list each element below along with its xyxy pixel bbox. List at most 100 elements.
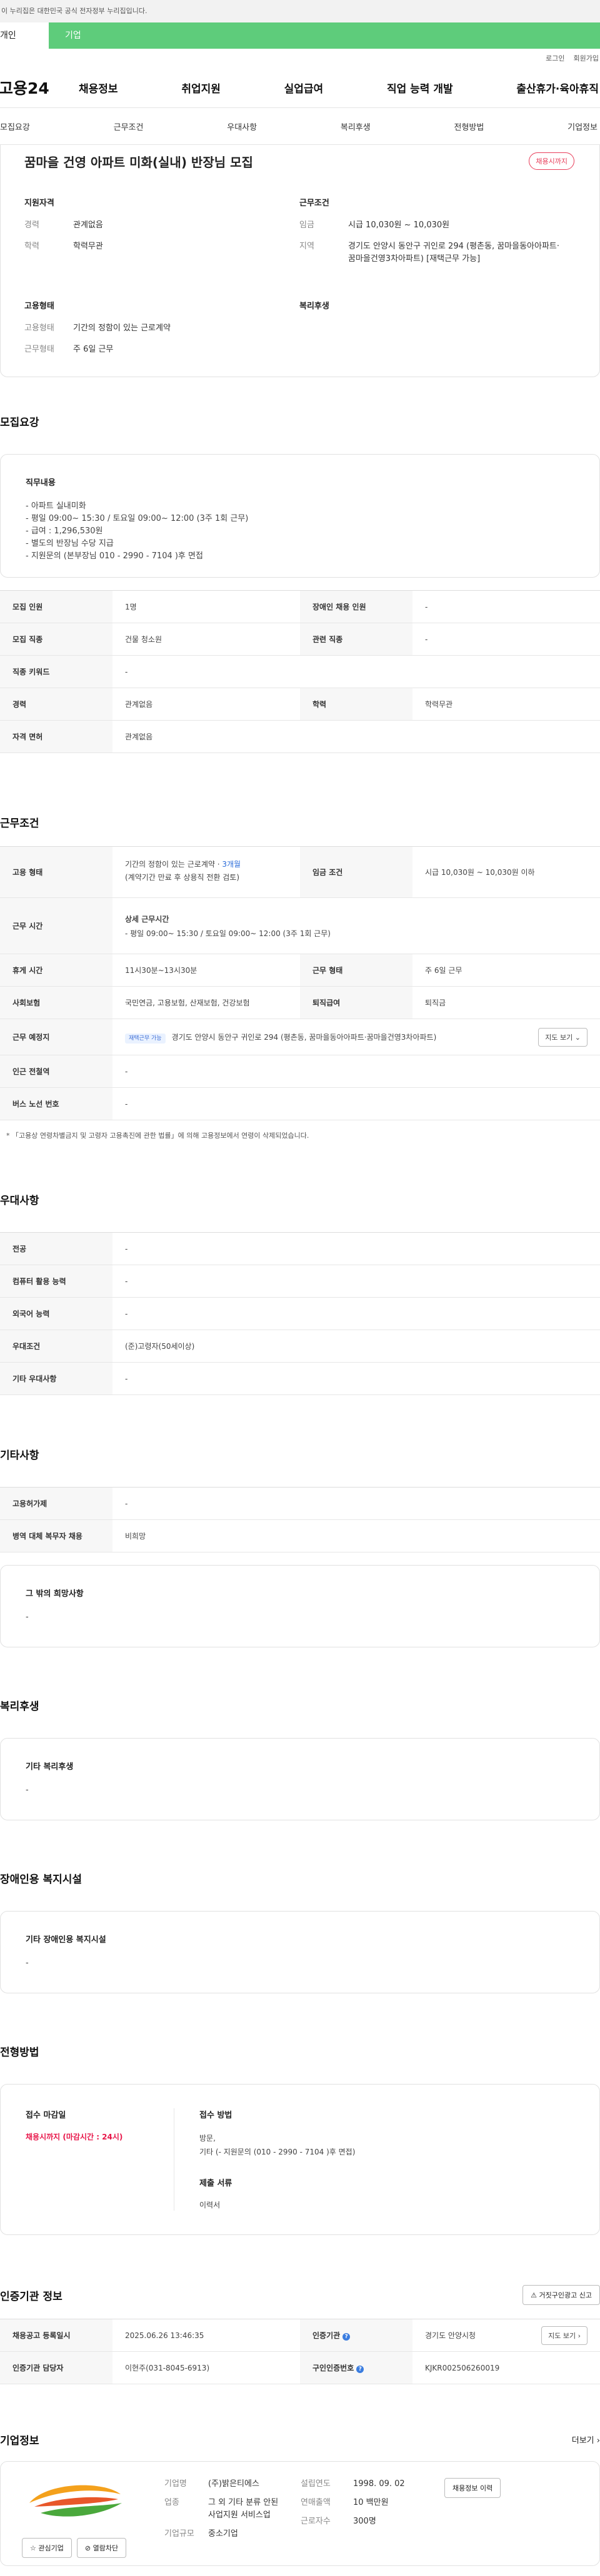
alert-icon: ⚠ — [531, 2291, 538, 2299]
work-form-value: 주 6일 근무 — [73, 345, 114, 354]
gnb-item[interactable]: 채용정보 — [79, 80, 118, 96]
time-td: 상세 근무시간 - 평일 09:00~ 15:30 / 토요일 09:00~ 12… — [112, 897, 600, 954]
anchor-nav-item[interactable]: 전형방법 — [454, 121, 484, 132]
table-row: 기타 우대사항 - — [0, 1362, 600, 1395]
place-td: 재택근무 가능 경기도 안양시 동안구 귀인로 294 (평촌동, 꿈마을동아아파… — [112, 1019, 600, 1055]
table-header-cell: 모집 인원 — [0, 590, 112, 623]
anchor-nav-item[interactable]: 근무조건 — [114, 121, 144, 132]
table-row: 직종 키워드 - — [0, 655, 600, 688]
table-header-cell: 관련 직종 — [300, 623, 412, 656]
table-header-cell: 우대조건 — [0, 1330, 112, 1363]
table-row: 자격 면허 관계없음 — [0, 720, 600, 753]
table-cell: - — [112, 1232, 600, 1265]
report-button[interactable]: ⚠ 거짓구인광고 신고 — [522, 2285, 600, 2305]
wage-value: 시급 10,030원 ~ 10,030원 — [348, 220, 450, 230]
time-detail: - 평일 09:00~ 15:30 / 토요일 09:00~ 12:00 (3주… — [125, 929, 331, 938]
docs-value: 이력서 — [199, 2201, 221, 2209]
employees-value: 300명 — [353, 2517, 376, 2526]
time-detail-heading: 상세 근무시간 — [125, 914, 169, 924]
fav-company-button[interactable]: ☆ 관심기업 — [22, 2538, 72, 2558]
rest-th: 휴게 시간 — [0, 954, 112, 987]
founded-label: 설립연도 — [301, 2479, 331, 2489]
founded-value: 1998. 09. 02 — [353, 2479, 405, 2489]
cert-header: 인증기관 정보 ⚠ 거짓구인광고 신고 — [0, 2285, 600, 2305]
method-col: 접수 방법 방문, 기타 (- 지원문의 (010 - 2990 - 7104 … — [174, 2108, 355, 2234]
disabled-box-value: - — [26, 1958, 29, 1968]
table-cell: 비희망 — [112, 1519, 600, 1552]
location-value: 경기도 안양시 동안구 귀인로 294 (평촌동, 꿈마을동아아파트·꿈마을건영… — [348, 242, 560, 264]
reg-date-th: 채용공고 등록일시 — [0, 2319, 112, 2352]
gnb-item[interactable]: 취업지원 — [181, 80, 221, 96]
etc-section-title: 기타사항 — [0, 1449, 39, 1462]
more-link[interactable]: 더보기 › — [572, 2434, 600, 2445]
history-button[interactable]: 채용정보 이력 — [444, 2478, 501, 2498]
place-address: 경기도 안양시 동안구 귀인로 294 (평촌동, 꿈마을동아아파트·꿈마을건영… — [171, 1033, 437, 1042]
table-cell: - — [112, 1362, 600, 1395]
top-tabs: 개인 기업 — [0, 22, 600, 49]
welfare-box-heading: 기타 복리후생 — [26, 1762, 74, 1772]
etc-box-value: - — [26, 1612, 29, 1622]
info-icon[interactable]: ? — [342, 2333, 351, 2341]
conditions-heading: 근무조건 — [299, 199, 329, 208]
cert-num-th: 구인인증번호? — [300, 2351, 412, 2384]
org-value: 경기도 안양시청 — [425, 2331, 476, 2340]
method-heading: 접수 방법 — [199, 2111, 232, 2120]
table-cell: 학력무관 — [412, 688, 600, 721]
cert-table: 채용공고 등록일시 2025.06.26 13:46:35 인증기관? 경기도 … — [0, 2319, 600, 2384]
join-link[interactable]: 회원가입 — [574, 53, 599, 63]
table-header-cell: 기타 우대사항 — [0, 1362, 112, 1395]
map-button[interactable]: 지도 보기 ⌄ — [538, 1027, 588, 1047]
table-row: 채용공고 등록일시 2025.06.26 13:46:35 인증기관? 경기도 … — [0, 2319, 600, 2352]
login-link[interactable]: 로그인 — [546, 53, 564, 63]
table-header-cell: 직종 키워드 — [0, 655, 112, 688]
table-header-cell: 컴퓨터 활용 능력 — [0, 1265, 112, 1298]
recruit-section-title: 모집요강 — [0, 417, 39, 429]
employees-label: 근로자수 — [301, 2517, 331, 2526]
org-th: 인증기관? — [300, 2319, 412, 2352]
block-company-button[interactable]: ⊘ 열람차단 — [76, 2538, 127, 2558]
anchor-nav-item[interactable]: 모집요강 — [0, 121, 30, 132]
industry-value: 그 외 기타 분류 안된 사업지원 서비스업 — [208, 2498, 279, 2520]
table-row: 컴퓨터 활용 능력 - — [0, 1265, 600, 1298]
org-label: 인증기관 — [312, 2331, 341, 2340]
anchor-nav-item[interactable]: 우대사항 — [227, 121, 257, 132]
tab-company[interactable]: 기업 — [49, 22, 600, 49]
cert-section-title: 인증기관 정보 — [0, 2290, 62, 2303]
utility-links: 로그인 회원가입 — [0, 49, 600, 67]
gnb-item[interactable]: 직업 능력 개발 — [387, 80, 453, 96]
etc-table: 고용허가제 - 병역 대체 복무자 채용 비희망 — [0, 1487, 600, 1552]
disabled-section-title: 장애인용 복지시설 — [0, 1873, 82, 1886]
chevron-right-icon: › — [596, 2436, 600, 2445]
anchor-nav-item[interactable]: 복리후생 — [341, 121, 371, 132]
table-header-cell: 외국어 능력 — [0, 1297, 112, 1330]
chevron-right-icon: › — [578, 2331, 581, 2340]
recruit-table: 모집 인원 1명 장애인 채용 인원 - 모집 직종 건물 청소원 관련 직종 - 직종 키워드… — [0, 590, 600, 753]
qualification-block: 지원자격 경력 관계없음 학력 학력무관 — [24, 196, 299, 274]
gnb-item[interactable]: 실업급여 — [284, 80, 324, 96]
table-header-cell: 자격 면허 — [0, 720, 112, 753]
gnb-item[interactable]: 출산휴가·육아휴직 — [516, 80, 599, 96]
corp-name-value: (주)밝은티에스 — [208, 2479, 259, 2489]
site-logo[interactable]: 고용24 — [0, 76, 79, 99]
table-row: 경력 관계없음 학력 학력무관 — [0, 688, 600, 721]
anchor-nav: 모집요강 근무조건 우대사항 복리후생 전형방법 기업정보 — [0, 107, 600, 145]
table-header-cell: 고용허가제 — [0, 1487, 112, 1520]
emp-type-value: 기간의 정함이 있는 근로계약 — [73, 323, 171, 333]
retirement-th: 퇴직급여 — [300, 986, 412, 1019]
table-header-cell: 모집 직종 — [0, 623, 112, 656]
deadline-badge: 채용시까지 — [529, 152, 574, 170]
tab-personal[interactable]: 개인 — [0, 22, 49, 49]
location-label: 지역 — [299, 242, 314, 251]
block-label: 열람차단 — [92, 2544, 119, 2552]
table-cell: 1명 — [112, 590, 300, 623]
welfare-box-value: - — [26, 1785, 29, 1795]
gov-banner: 이 누리집은 대한민국 공식 전자정부 누리집입니다. — [0, 0, 600, 22]
table-header-cell: 장애인 채용 인원 — [300, 590, 412, 623]
info-icon[interactable]: ? — [356, 2366, 364, 2373]
table-row: 우대조건 (준)고령자(50세이상) — [0, 1330, 600, 1363]
emp-type-text: 기간의 정함이 있는 근로계약 · — [125, 860, 222, 869]
gnb-menu: 채용정보 취업지원 실업급여 직업 능력 개발 출산휴가·육아휴직 — [79, 80, 600, 96]
anchor-nav-item[interactable]: 기업정보 — [568, 121, 598, 132]
table-cell: - — [112, 1487, 600, 1520]
org-map-button[interactable]: 지도 보기 › — [541, 2326, 588, 2345]
